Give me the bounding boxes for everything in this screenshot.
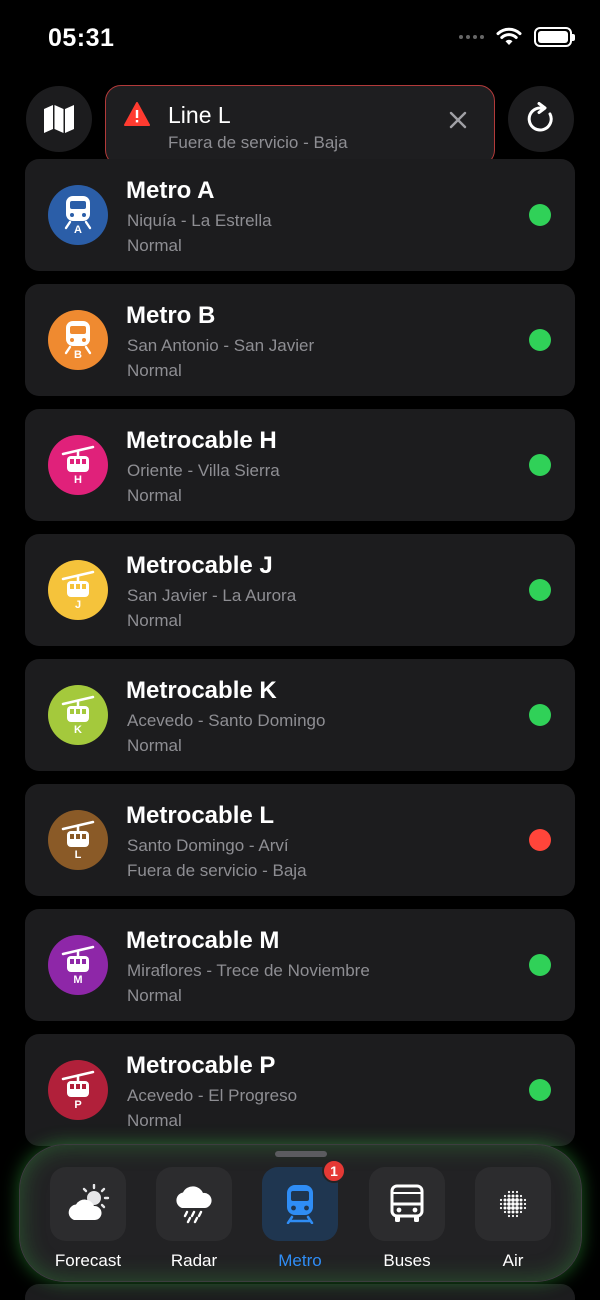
- cable-car-line-icon: M: [48, 935, 108, 995]
- line-state: Normal: [127, 1111, 182, 1130]
- tab-label: Radar: [170, 1251, 218, 1270]
- list-item: [25, 1284, 575, 1300]
- tab-icon-box: [50, 1167, 126, 1241]
- notification-badge: 1: [322, 1159, 346, 1183]
- line-route: San Antonio - San Javier: [127, 336, 315, 355]
- line-card[interactable]: A Metro A Niquía - La Estrella Normal: [25, 159, 575, 271]
- svg-text:M: M: [73, 974, 82, 985]
- tab-icon-box: [369, 1167, 445, 1241]
- metro-lines-list: A Metro A Niquía - La Estrella Normal B …: [25, 159, 575, 1159]
- rain-cloud-icon: [176, 1186, 212, 1224]
- line-card[interactable]: P Metrocable P Acevedo - El Progreso Nor…: [25, 1034, 575, 1146]
- status-icons: [459, 27, 575, 47]
- tab-label: Air: [502, 1251, 524, 1270]
- status-time: 05:31: [48, 24, 115, 52]
- metro-line-icon: A: [48, 185, 108, 245]
- refresh-icon: [527, 102, 553, 132]
- line-card[interactable]: K Metrocable K Acevedo - Santo Domingo N…: [25, 659, 575, 771]
- cable-car-line-icon: H: [48, 435, 108, 495]
- line-name: Metro A: [126, 177, 215, 204]
- warning-icon: [124, 102, 150, 126]
- status-dot: [529, 204, 551, 226]
- cable-car-line-icon: J: [48, 560, 108, 620]
- line-name: Metrocable P: [126, 1052, 276, 1079]
- line-route: Acevedo - El Progreso: [127, 1086, 298, 1105]
- line-state: Fuera de servicio - Baja: [127, 861, 307, 880]
- air-quality-icon: [499, 1190, 527, 1218]
- line-route: Niquía - La Estrella: [127, 211, 272, 230]
- tab-air[interactable]: Air: [475, 1167, 551, 1277]
- svg-text:B: B: [74, 349, 82, 360]
- line-route: San Javier - La Aurora: [127, 586, 297, 605]
- svg-text:A: A: [74, 224, 82, 235]
- partly-cloudy-icon: [68, 1184, 110, 1220]
- cellular-signal-icon: [459, 35, 484, 39]
- svg-text:L: L: [75, 849, 82, 860]
- tab-forecast[interactable]: Forecast: [50, 1167, 126, 1277]
- tab-icon-box: [156, 1167, 232, 1241]
- status-dot: [529, 704, 551, 726]
- tab-label: Forecast: [54, 1251, 122, 1270]
- refresh-button[interactable]: [508, 86, 574, 152]
- line-name: Metro B: [126, 302, 216, 329]
- alert-subtitle: Fuera de servicio - Baja: [168, 133, 348, 152]
- line-card[interactable]: M Metrocable M Miraflores - Trece de Nov…: [25, 909, 575, 1021]
- map-button[interactable]: [26, 86, 92, 152]
- svg-text:J: J: [75, 599, 81, 610]
- line-card[interactable]: L Metrocable L Santo Domingo - Arví Fuer…: [25, 784, 575, 896]
- line-card[interactable]: J Metrocable J San Javier - La Aurora No…: [25, 534, 575, 646]
- line-route: Oriente - Villa Sierra: [127, 461, 280, 480]
- line-state: Normal: [127, 986, 182, 1005]
- status-dot: [529, 1079, 551, 1101]
- tab-label: Buses: [383, 1251, 431, 1270]
- svg-text:P: P: [74, 1099, 81, 1110]
- tab-metro[interactable]: 1 Metro: [262, 1159, 346, 1277]
- line-name: Metrocable K: [126, 677, 277, 704]
- status-dot: [529, 329, 551, 351]
- line-name: Metrocable J: [126, 552, 273, 579]
- bus-icon: [390, 1184, 424, 1222]
- line-route: Acevedo - Santo Domingo: [127, 711, 326, 730]
- status-dot: [529, 454, 551, 476]
- status-dot: [529, 579, 551, 601]
- line-card[interactable]: H Metrocable H Oriente - Villa Sierra No…: [25, 409, 575, 521]
- status-dot: [529, 829, 551, 851]
- train-icon: [286, 1185, 314, 1224]
- line-state: Normal: [127, 486, 182, 505]
- tab-icon-box: [475, 1167, 551, 1241]
- tab-label: Metro: [278, 1251, 322, 1270]
- tab-radar[interactable]: Radar: [156, 1167, 232, 1277]
- svg-text:K: K: [74, 724, 82, 735]
- close-icon[interactable]: [448, 110, 468, 130]
- cable-car-line-icon: K: [48, 685, 108, 745]
- line-state: Normal: [127, 736, 182, 755]
- wifi-icon: [496, 27, 522, 45]
- metro-line-icon: B: [48, 310, 108, 370]
- tab-buses[interactable]: Buses: [369, 1167, 445, 1277]
- line-state: Normal: [127, 236, 182, 255]
- line-state: Normal: [127, 611, 182, 630]
- tab-bar: Forecast Radar 1 Metro Buses Air: [19, 1144, 582, 1282]
- map-icon: [44, 105, 74, 133]
- line-name: Metrocable M: [126, 927, 280, 954]
- line-route: Miraflores - Trece de Noviembre: [127, 961, 370, 980]
- alert-title: Line L: [168, 102, 231, 128]
- battery-icon: [534, 27, 575, 47]
- status-dot: [529, 954, 551, 976]
- status-bar: 05:31: [0, 0, 600, 78]
- line-name: Metrocable L: [126, 802, 275, 829]
- svg-text:H: H: [74, 474, 82, 485]
- line-card[interactable]: B Metro B San Antonio - San Javier Norma…: [25, 284, 575, 396]
- sheet-grabber[interactable]: [275, 1151, 327, 1157]
- line-state: Normal: [127, 361, 182, 380]
- line-name: Metrocable H: [126, 427, 277, 454]
- cable-car-line-icon: P: [48, 1060, 108, 1120]
- line-route: Santo Domingo - Arví: [127, 836, 289, 855]
- service-alert-banner[interactable]: Line L Fuera de servicio - Baja: [105, 85, 495, 166]
- cable-car-line-icon: L: [48, 810, 108, 870]
